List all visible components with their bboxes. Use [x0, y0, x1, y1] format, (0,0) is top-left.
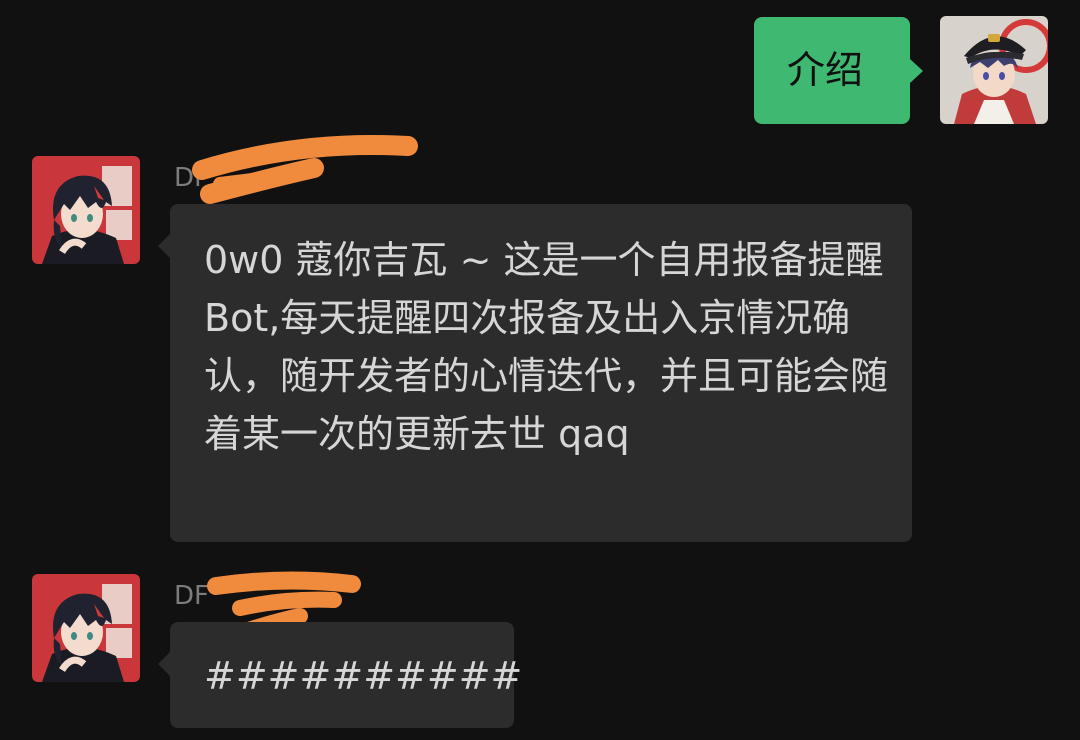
incoming-message-bubble[interactable]: ########## — [158, 622, 522, 728]
bot-avatar-icon — [32, 156, 140, 264]
bot-avatar-icon — [32, 574, 140, 682]
message-text: 介绍 — [787, 48, 864, 92]
bot-avatar[interactable] — [32, 574, 140, 682]
bot-avatar[interactable] — [32, 156, 140, 264]
sender-name: DF — [174, 581, 209, 611]
sender-name: DF — [174, 163, 209, 193]
chat-view: 介绍 DF 0w0 蔻你吉瓦 ~ 这是一个自用报备提醒 Bot,每天提醒四次报备… — [0, 0, 1080, 740]
message-text: ########## — [204, 654, 523, 698]
incoming-message-bubble[interactable]: 0w0 蔻你吉瓦 ~ 这是一个自用报备提醒 Bot,每天提醒四次报备及出入京情况… — [158, 204, 912, 542]
self-avatar[interactable] — [940, 16, 1048, 124]
outgoing-message-bubble[interactable]: 介绍 — [754, 17, 923, 124]
user-avatar-icon — [940, 16, 1048, 124]
redaction-scribble — [192, 135, 418, 204]
message-text: 0w0 蔻你吉瓦 ~ 这是一个自用报备提醒 Bot,每天提醒四次报备及出入京情况… — [204, 238, 889, 456]
